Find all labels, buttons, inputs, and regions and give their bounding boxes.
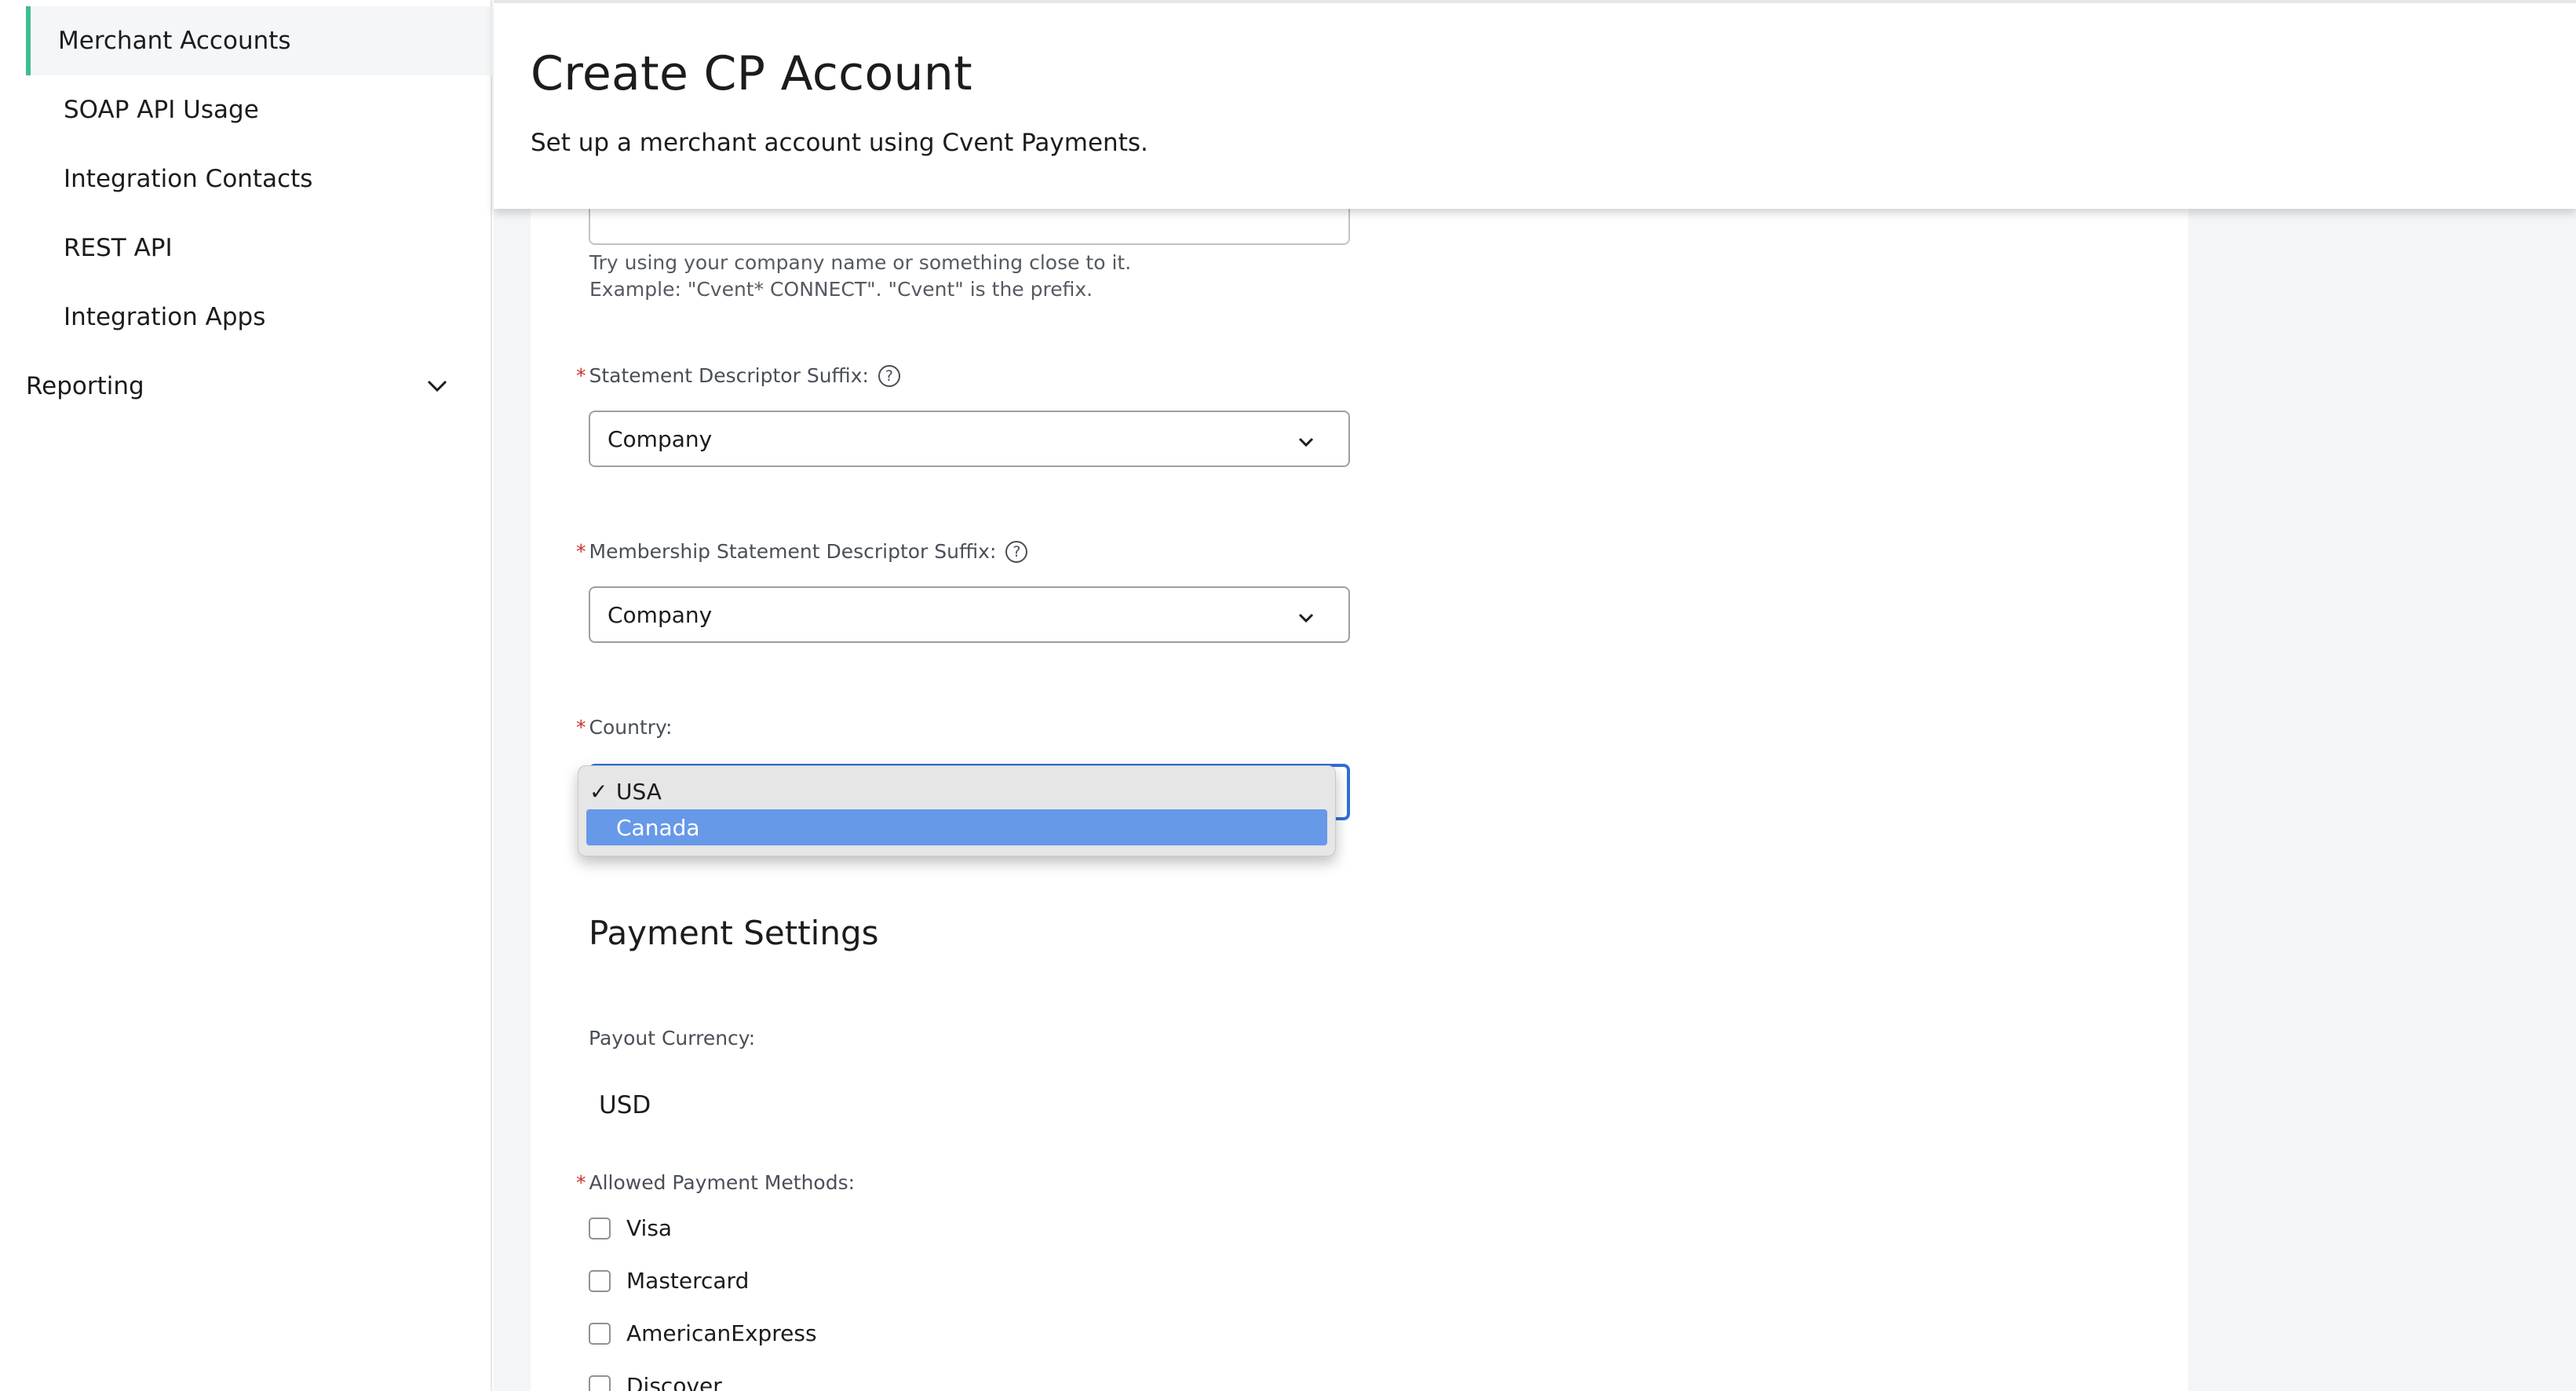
discover-checkbox[interactable]	[589, 1375, 611, 1391]
sidebar-item-merchant-accounts[interactable]: Merchant Accounts	[26, 6, 492, 75]
help-icon[interactable]: ?	[878, 364, 900, 387]
payment-method-label: Mastercard	[626, 1268, 750, 1294]
sidebar-item-label: SOAP API Usage	[64, 96, 259, 124]
payment-settings-heading: Payment Settings	[589, 914, 879, 952]
payment-method-mastercard: Mastercard	[589, 1268, 749, 1294]
page-header: Create CP Account Set up a merchant acco…	[494, 0, 2576, 209]
chevron-down-icon	[1298, 602, 1314, 628]
prefix-help-text: Try using your company name or something…	[589, 251, 1132, 274]
country-label-text: Country:	[589, 716, 673, 739]
chevron-down-icon	[1298, 426, 1314, 452]
country-option-usa[interactable]: ✓ USA	[578, 773, 1335, 809]
sidebar-section-label: Reporting	[26, 372, 144, 400]
statement-suffix-label-text: Statement Descriptor Suffix:	[589, 364, 869, 387]
page-subtitle: Set up a merchant account using Cvent Pa…	[531, 129, 1148, 157]
sidebar-item-rest-api[interactable]: REST API	[26, 214, 492, 283]
payment-method-label: Visa	[626, 1215, 673, 1241]
payment-method-visa: Visa	[589, 1215, 672, 1241]
payment-method-label: Discover	[626, 1373, 722, 1391]
page-title: Create CP Account	[531, 46, 972, 101]
sidebar-item-label: Merchant Accounts	[58, 27, 291, 55]
americanexpress-checkbox[interactable]	[589, 1322, 611, 1345]
payout-currency-label-text: Payout Currency:	[589, 1027, 756, 1050]
sidebar: Merchant Accounts SOAP API Usage Integra…	[0, 0, 492, 1391]
visa-checkbox[interactable]	[589, 1217, 611, 1239]
prefix-example-text: Example: "Cvent* CONNECT". "Cvent" is th…	[589, 278, 1093, 301]
sidebar-item-soap-api-usage[interactable]: SOAP API Usage	[26, 75, 492, 144]
membership-suffix-label-text: Membership Statement Descriptor Suffix:	[589, 540, 997, 563]
membership-suffix-select[interactable]: Company	[589, 586, 1350, 643]
sidebar-section-reporting[interactable]: Reporting	[0, 352, 491, 421]
payment-method-label: AmericanExpress	[626, 1320, 817, 1346]
mastercard-checkbox[interactable]	[589, 1269, 611, 1292]
required-marker: *	[576, 716, 586, 739]
statement-suffix-label: * Statement Descriptor Suffix: ?	[576, 364, 900, 387]
payment-method-discover: Discover	[589, 1373, 722, 1391]
help-icon[interactable]: ?	[1005, 540, 1028, 563]
country-label: * Country:	[576, 716, 672, 739]
sidebar-item-label: Integration Apps	[64, 303, 266, 331]
statement-suffix-select[interactable]: Company	[589, 411, 1350, 467]
country-dropdown: ✓ USA Canada	[578, 765, 1336, 856]
country-option-label: Canada	[616, 814, 700, 841]
sidebar-item-integration-apps[interactable]: Integration Apps	[26, 283, 492, 352]
sidebar-item-label: REST API	[64, 234, 173, 262]
required-marker: *	[576, 364, 586, 387]
checkmark-icon: ✓	[589, 778, 608, 805]
country-option-label: USA	[616, 778, 662, 805]
membership-suffix-label: * Membership Statement Descriptor Suffix…	[576, 540, 1028, 563]
membership-suffix-value: Company	[608, 601, 713, 628]
statement-suffix-value: Company	[608, 425, 713, 452]
payment-method-americanexpress: AmericanExpress	[589, 1320, 817, 1346]
main-content: Try using your company name or something…	[494, 0, 2576, 1391]
sidebar-item-label: Integration Contacts	[64, 165, 313, 193]
app: Merchant Accounts SOAP API Usage Integra…	[0, 0, 2576, 1391]
payout-currency-value: USD	[599, 1091, 651, 1119]
payout-currency-label: Payout Currency:	[589, 1027, 755, 1050]
chevron-down-icon	[425, 374, 450, 399]
sidebar-item-integration-contacts[interactable]: Integration Contacts	[26, 144, 492, 214]
required-marker: *	[576, 1171, 586, 1194]
payment-methods-label-text: Allowed Payment Methods:	[589, 1171, 856, 1194]
payment-methods-label: * Allowed Payment Methods:	[576, 1171, 855, 1194]
required-marker: *	[576, 540, 586, 563]
country-option-canada[interactable]: Canada	[586, 809, 1327, 845]
